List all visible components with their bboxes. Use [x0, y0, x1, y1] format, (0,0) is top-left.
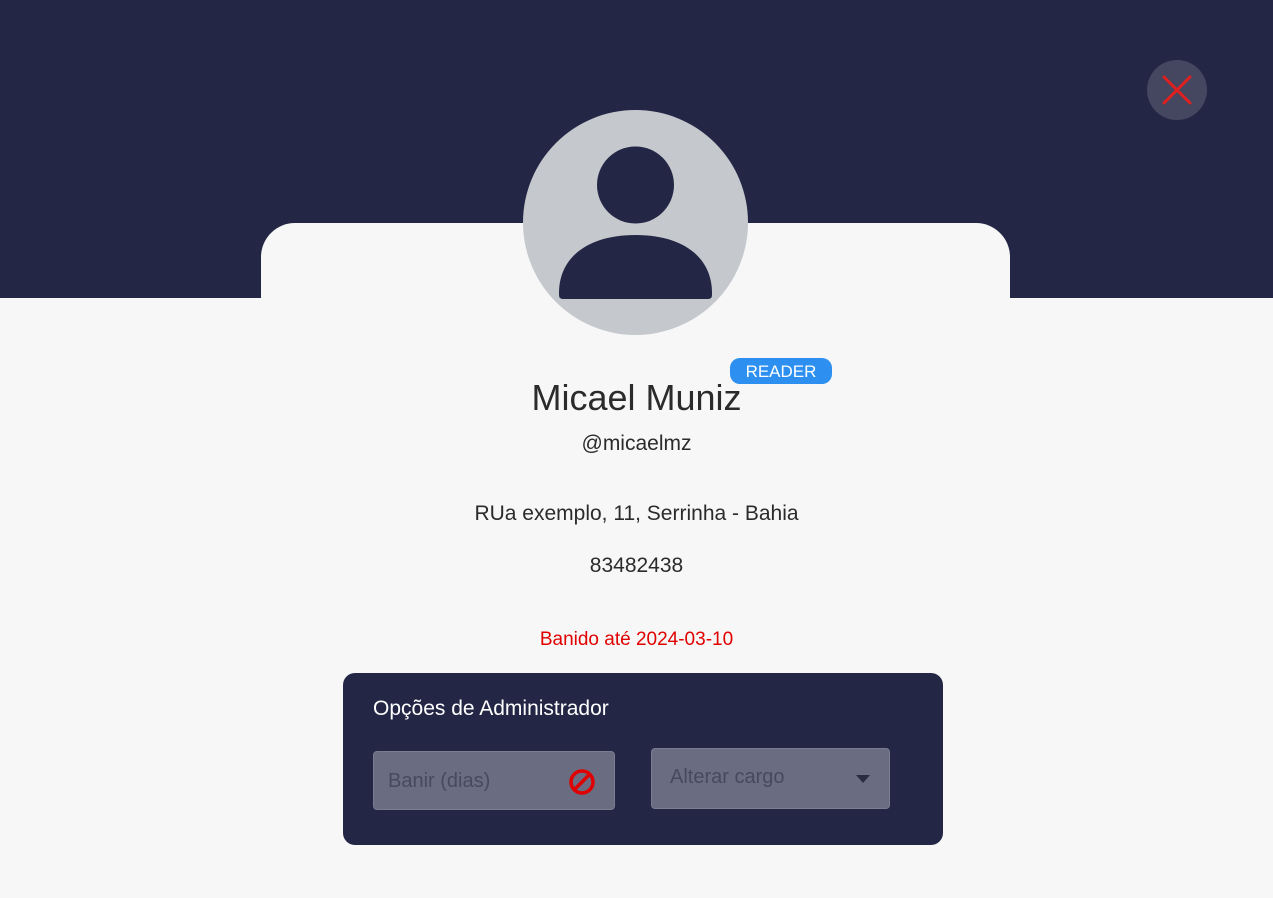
change-role-select[interactable]: Alterar cargo — [651, 748, 890, 809]
role-badge: READER — [730, 358, 832, 384]
user-name: Micael Muniz — [531, 377, 742, 418]
admin-options-title: Opções de Administrador — [373, 697, 609, 720]
username: @micaelmz — [581, 432, 692, 455]
address: RUa exemplo, 11, Serrinha - Bahia — [474, 502, 799, 525]
change-role-label: Alterar cargo — [670, 766, 785, 788]
ban-status: Banido até 2024-03-10 — [539, 629, 734, 650]
ban-days-input[interactable] — [388, 764, 558, 798]
profile-modal: Micael Muniz READER @micaelmz RUa exempl… — [0, 0, 1273, 898]
avatar — [523, 110, 748, 335]
name-row: Micael Muniz — [0, 376, 1273, 420]
ban-days-field — [373, 751, 615, 810]
phone-number: 83482438 — [589, 554, 684, 577]
admin-options-panel: Opções de Administrador Alterar cargo — [343, 673, 943, 845]
user-avatar-icon — [559, 146, 712, 299]
chevron-down-icon — [856, 775, 870, 783]
close-button[interactable] — [1147, 60, 1207, 120]
ban-icon[interactable] — [568, 768, 596, 796]
close-icon — [1162, 75, 1192, 105]
